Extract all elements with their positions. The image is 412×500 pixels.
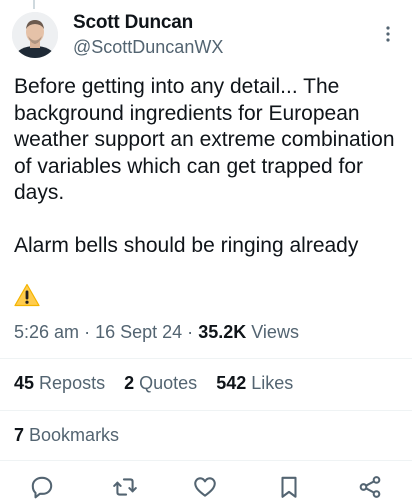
reposts-count: 45 (14, 373, 35, 393)
views-label: Views (251, 322, 299, 342)
divider (0, 358, 412, 359)
engagement-stats: 45 Reposts 2 Quotes 542 Likes (14, 373, 307, 394)
meta-separator: · (187, 322, 194, 342)
profile-photo (12, 12, 58, 58)
bookmark-icon[interactable] (276, 474, 302, 500)
likes-label: Likes (251, 373, 294, 393)
tweet-meta: 5:26 am · 16 Sept 24 · 35.2K Views (14, 322, 299, 343)
tweet-text: Before getting into any detail... The ba… (14, 75, 395, 257)
more-options-icon[interactable] (380, 24, 396, 44)
like-icon[interactable] (192, 474, 218, 500)
reposts-label: Reposts (39, 373, 106, 393)
likes-count: 542 (216, 373, 247, 393)
tweet-date[interactable]: 16 Sept 24 (95, 322, 182, 342)
quotes-count: 2 (124, 373, 135, 393)
avatar[interactable] (12, 12, 58, 58)
quotes-label: Quotes (139, 373, 198, 393)
share-icon[interactable] (357, 474, 383, 500)
meta-separator: · (84, 322, 91, 342)
author-name[interactable]: Scott Duncan (73, 12, 193, 34)
repost-icon[interactable] (112, 474, 138, 500)
divider (0, 410, 412, 411)
reposts-stat[interactable]: 45 Reposts (14, 373, 105, 393)
bookmarks-stat[interactable]: 7 Bookmarks (14, 425, 119, 446)
divider (0, 460, 412, 461)
warning-icon (14, 283, 40, 307)
tweet-time[interactable]: 5:26 am (14, 322, 79, 342)
quotes-stat[interactable]: 2 Quotes (124, 373, 197, 393)
author-handle[interactable]: @ScottDuncanWX (73, 37, 223, 58)
thread-connector-line (33, 0, 35, 9)
bookmarks-count: 7 (14, 425, 25, 445)
views-count: 35.2K (198, 322, 247, 342)
action-bar (0, 472, 412, 500)
reply-icon[interactable] (29, 474, 55, 500)
likes-stat[interactable]: 542 Likes (216, 373, 293, 393)
bookmarks-label: Bookmarks (29, 425, 120, 445)
